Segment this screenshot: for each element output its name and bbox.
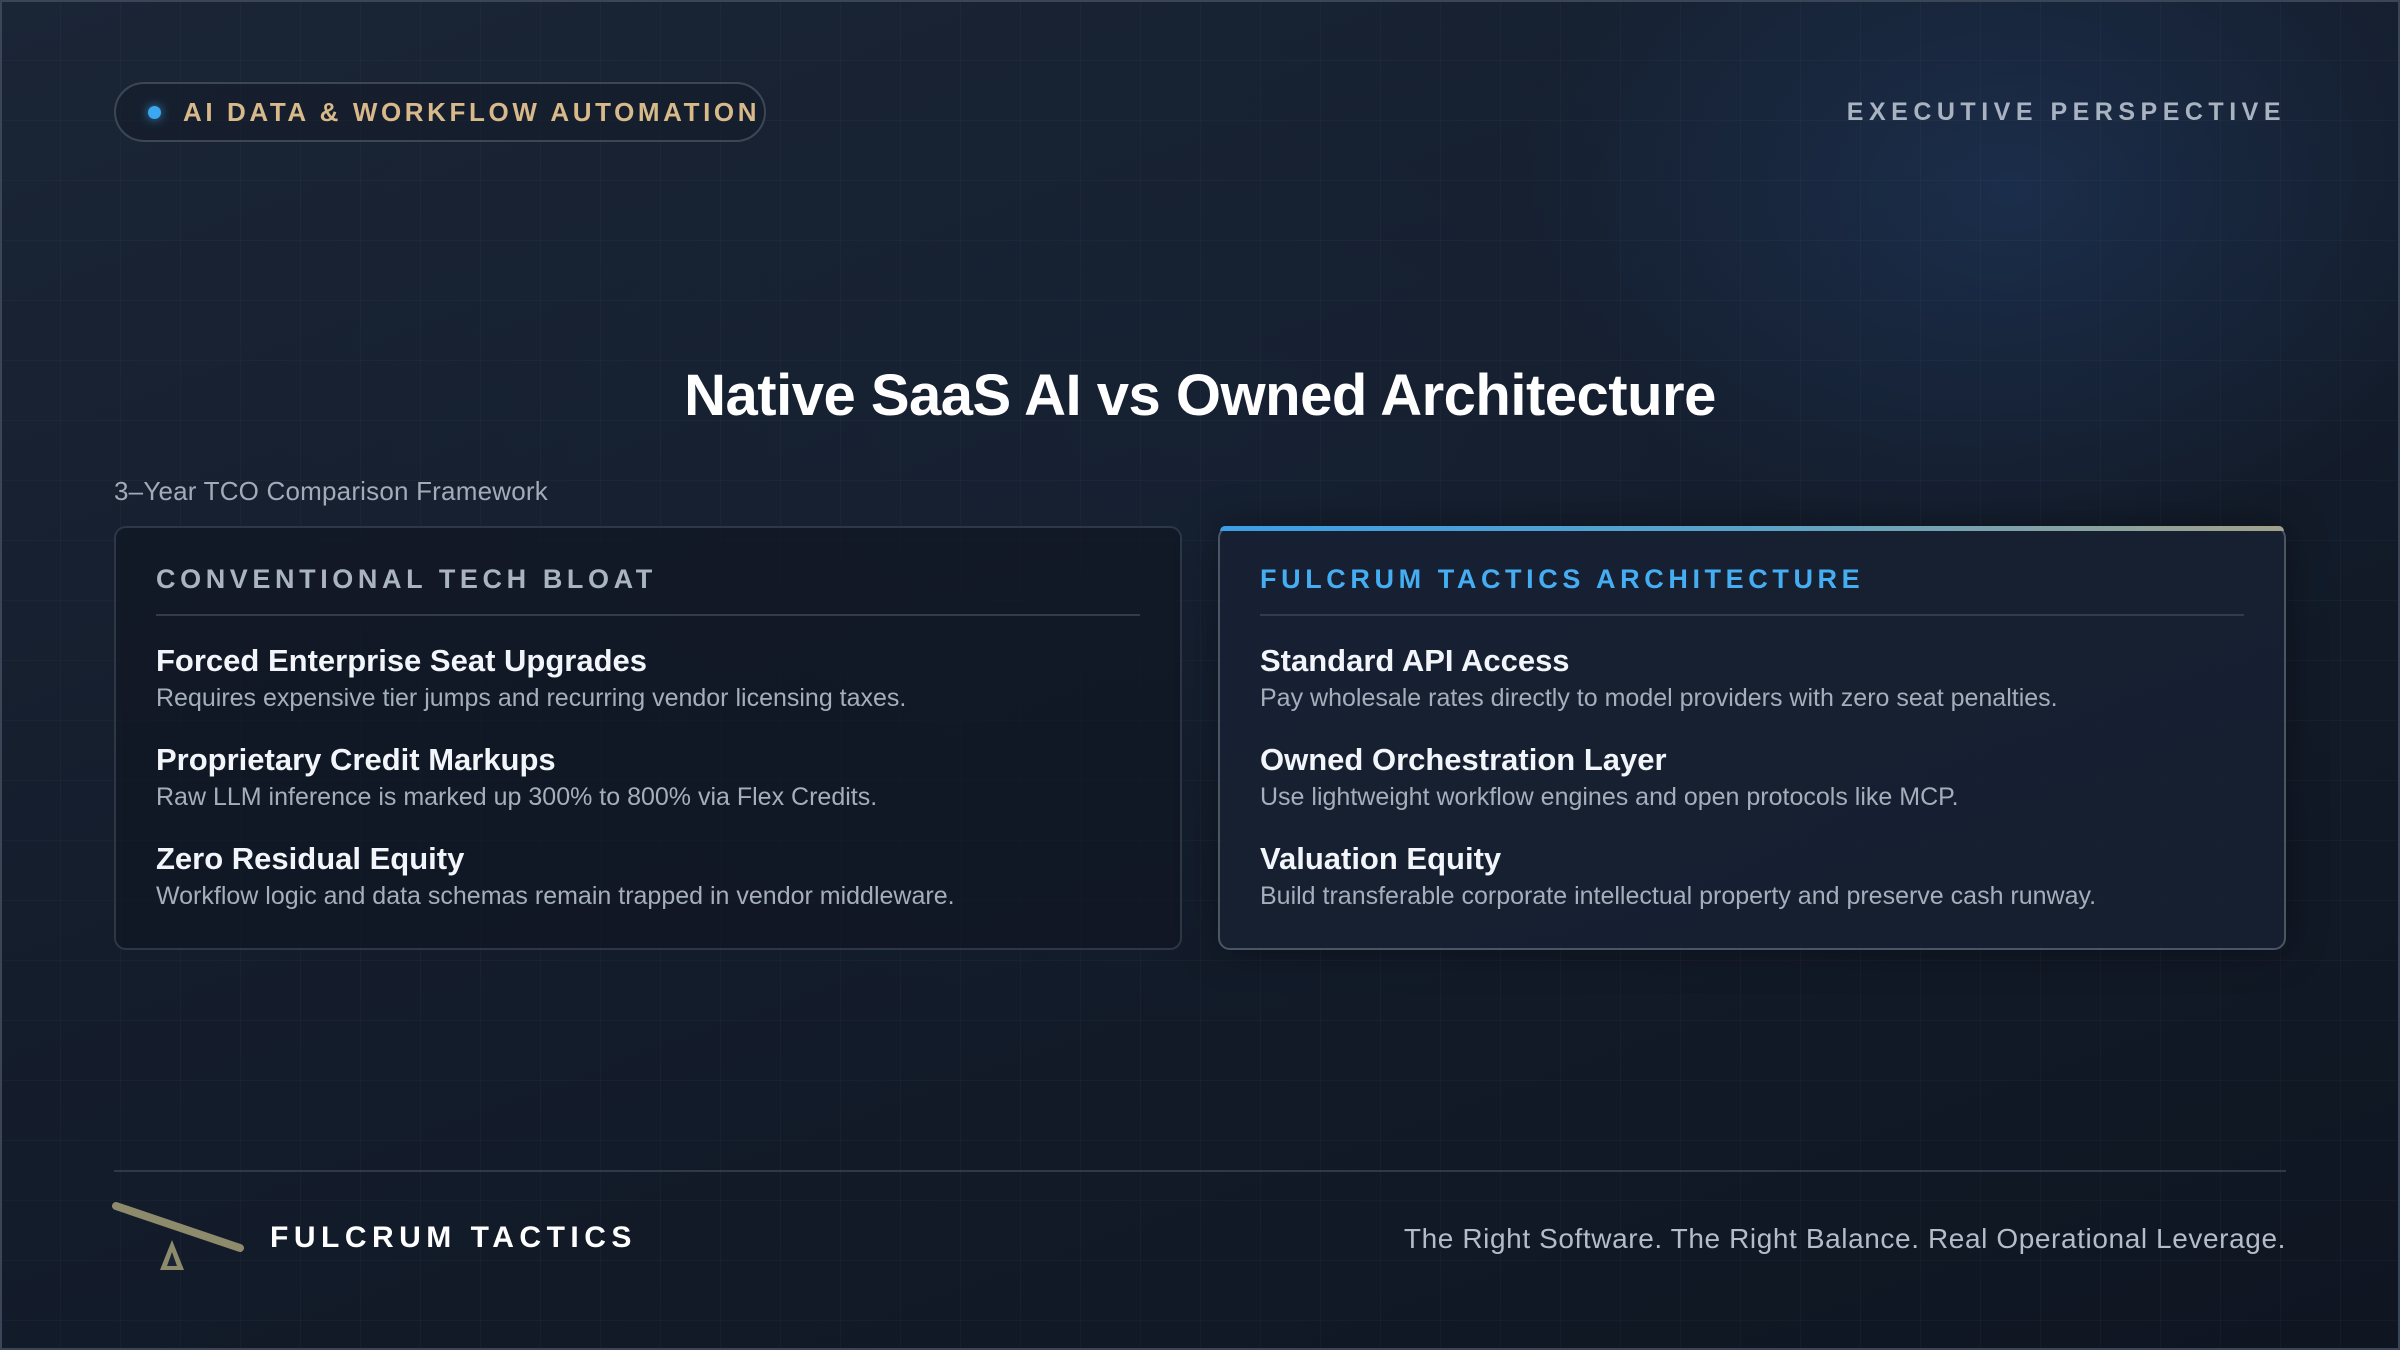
card-accent-bar: [1220, 526, 2284, 531]
conventional-card: CONVENTIONAL TECH BLOAT Forced Enterpris…: [114, 526, 1182, 950]
item-description: Requires expensive tier jumps and recurr…: [156, 684, 907, 712]
status-dot-icon: [148, 105, 161, 119]
item-title: Valuation Equity: [1260, 841, 1502, 876]
fulcrum-lever-icon: [112, 1202, 244, 1270]
item-description: Raw LLM inference is marked up 300% to 8…: [156, 783, 878, 811]
tagline: The Right Software. The Right Balance. R…: [1403, 1223, 2286, 1254]
list-item: Zero Residual Equity Workflow logic and …: [156, 840, 1140, 913]
list-item: Proprietary Credit Markups Raw LLM infer…: [156, 741, 1140, 814]
item-description: Build transferable corporate intellectua…: [1260, 882, 2097, 910]
item-title: Proprietary Credit Markups: [156, 742, 556, 777]
list-item: Forced Enterprise Seat Upgrades Requires…: [156, 642, 1140, 715]
item-title: Zero Residual Equity: [156, 841, 465, 876]
category-pill: AI DATA & WORKFLOW AUTOMATION: [114, 82, 766, 142]
list-item: Standard API Access Pay wholesale rates …: [1260, 642, 2244, 715]
item-description: Use lightweight workflow engines and ope…: [1260, 783, 1959, 811]
slide-title: Native SaaS AI vs Owned Architecture: [684, 363, 1716, 428]
category-label: AI DATA & WORKFLOW AUTOMATION: [183, 96, 761, 127]
item-description: Pay wholesale rates directly to model pr…: [1260, 684, 2058, 712]
list-item: Valuation Equity Build transferable corp…: [1260, 840, 2244, 913]
brand-name: FULCRUM TACTICS: [270, 1221, 637, 1254]
executive-perspective-label: EXECUTIVE PERSPECTIVE: [1846, 98, 2286, 126]
item-title: Standard API Access: [1260, 643, 1570, 678]
card-heading: FULCRUM TACTICS ARCHITECTURE: [1260, 564, 2244, 616]
card-heading: CONVENTIONAL TECH BLOAT: [156, 564, 1140, 616]
item-title: Owned Orchestration Layer: [1260, 742, 1667, 777]
fulcrum-architecture-card: FULCRUM TACTICS ARCHITECTURE Standard AP…: [1218, 526, 2286, 950]
footer-divider: [114, 1170, 2286, 1172]
slide: AI DATA & WORKFLOW AUTOMATION EXECUTIVE …: [0, 0, 2400, 1350]
list-item: Owned Orchestration Layer Use lightweigh…: [1260, 741, 2244, 814]
slide-subtitle: 3–Year TCO Comparison Framework: [114, 476, 548, 506]
item-description: Workflow logic and data schemas remain t…: [156, 882, 955, 910]
item-title: Forced Enterprise Seat Upgrades: [156, 643, 647, 678]
